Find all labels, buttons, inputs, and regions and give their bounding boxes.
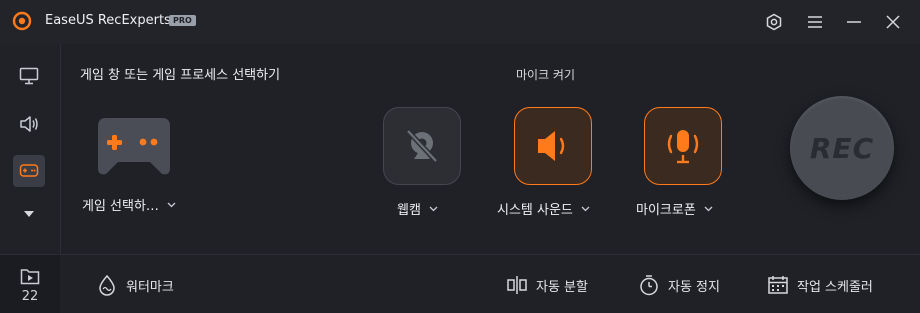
rec-button[interactable]: REC bbox=[790, 96, 894, 200]
watermark-button[interactable]: 워터마크 bbox=[96, 274, 174, 296]
sidebar-item-screen[interactable] bbox=[13, 60, 45, 92]
task-scheduler-label: 작업 스케줄러 bbox=[797, 279, 873, 295]
app-title: EaseUS RecExperts bbox=[45, 13, 171, 28]
recordings-count: 22 bbox=[21, 289, 39, 304]
droplet-icon bbox=[96, 274, 118, 296]
auto-split-button[interactable]: 자동 분할 bbox=[506, 274, 588, 296]
close-button[interactable] bbox=[881, 10, 905, 34]
game-section-title: 게임 창 또는 게임 프로세스 선택하기 bbox=[80, 68, 281, 83]
menu-button[interactable] bbox=[803, 10, 827, 34]
webcam-off-icon bbox=[406, 129, 438, 163]
system-sound-toggle-button[interactable] bbox=[514, 107, 592, 185]
microphone-label: 마이크로폰 bbox=[636, 203, 696, 218]
settings-button[interactable] bbox=[762, 10, 786, 34]
mic-section-title: 마이크 켜기 bbox=[516, 68, 576, 82]
system-sound-label: 시스템 사운드 bbox=[497, 203, 573, 218]
speaker-icon bbox=[20, 116, 38, 132]
auto-split-label: 자동 분할 bbox=[536, 279, 588, 295]
minimize-button[interactable] bbox=[842, 10, 866, 34]
system-sound-dropdown[interactable]: 시스템 사운드 bbox=[497, 199, 590, 218]
webcam-toggle-button[interactable] bbox=[383, 107, 461, 185]
menu-icon bbox=[808, 16, 822, 28]
video-folder-icon bbox=[20, 269, 40, 285]
close-icon bbox=[886, 15, 900, 29]
webcam-dropdown[interactable]: 웹캠 bbox=[397, 199, 438, 218]
game-select-label: 게임 선택하… bbox=[82, 199, 159, 214]
recordings-button[interactable]: 22 bbox=[0, 254, 60, 313]
minimize-icon bbox=[847, 21, 861, 23]
gamepad-icon[interactable] bbox=[96, 116, 172, 178]
task-scheduler-button[interactable]: 작업 스케줄러 bbox=[767, 274, 873, 296]
pro-badge: PRO bbox=[169, 15, 196, 26]
rec-label: REC bbox=[809, 131, 875, 165]
app-logo-icon bbox=[12, 11, 32, 31]
gear-icon bbox=[766, 13, 782, 31]
gamepad-icon bbox=[19, 164, 39, 177]
split-icon bbox=[506, 274, 528, 296]
microphone-toggle-button[interactable] bbox=[644, 107, 722, 185]
chevron-down-icon bbox=[581, 206, 590, 211]
microphone-dropdown[interactable]: 마이크로폰 bbox=[636, 199, 713, 218]
sidebar: 22 bbox=[0, 44, 61, 313]
triangle-down-icon[interactable] bbox=[22, 209, 36, 219]
bottom-bar: 워터마크 자동 분할 자동 정지 작업 스케줄러 bbox=[60, 254, 920, 313]
sidebar-item-game[interactable] bbox=[13, 155, 45, 187]
webcam-label: 웹캠 bbox=[397, 203, 421, 218]
title-bar: EaseUS RecExperts PRO bbox=[0, 0, 920, 44]
watermark-label: 워터마크 bbox=[126, 279, 174, 295]
game-select-dropdown[interactable]: 게임 선택하… bbox=[82, 195, 176, 214]
timer-icon bbox=[638, 274, 660, 296]
main-panel: 게임 창 또는 게임 프로세스 선택하기 마이크 켜기 게임 선택하… 웹캠 시… bbox=[60, 44, 920, 254]
sidebar-item-audio[interactable] bbox=[13, 108, 45, 140]
monitor-icon bbox=[19, 67, 39, 85]
calendar-icon bbox=[767, 274, 789, 296]
chevron-down-icon bbox=[704, 206, 713, 211]
auto-stop-button[interactable]: 자동 정지 bbox=[638, 274, 720, 296]
microphone-icon bbox=[667, 130, 699, 164]
chevron-down-icon bbox=[429, 206, 438, 211]
speaker-icon bbox=[538, 131, 565, 161]
chevron-down-icon bbox=[167, 202, 176, 207]
auto-stop-label: 자동 정지 bbox=[668, 279, 720, 295]
